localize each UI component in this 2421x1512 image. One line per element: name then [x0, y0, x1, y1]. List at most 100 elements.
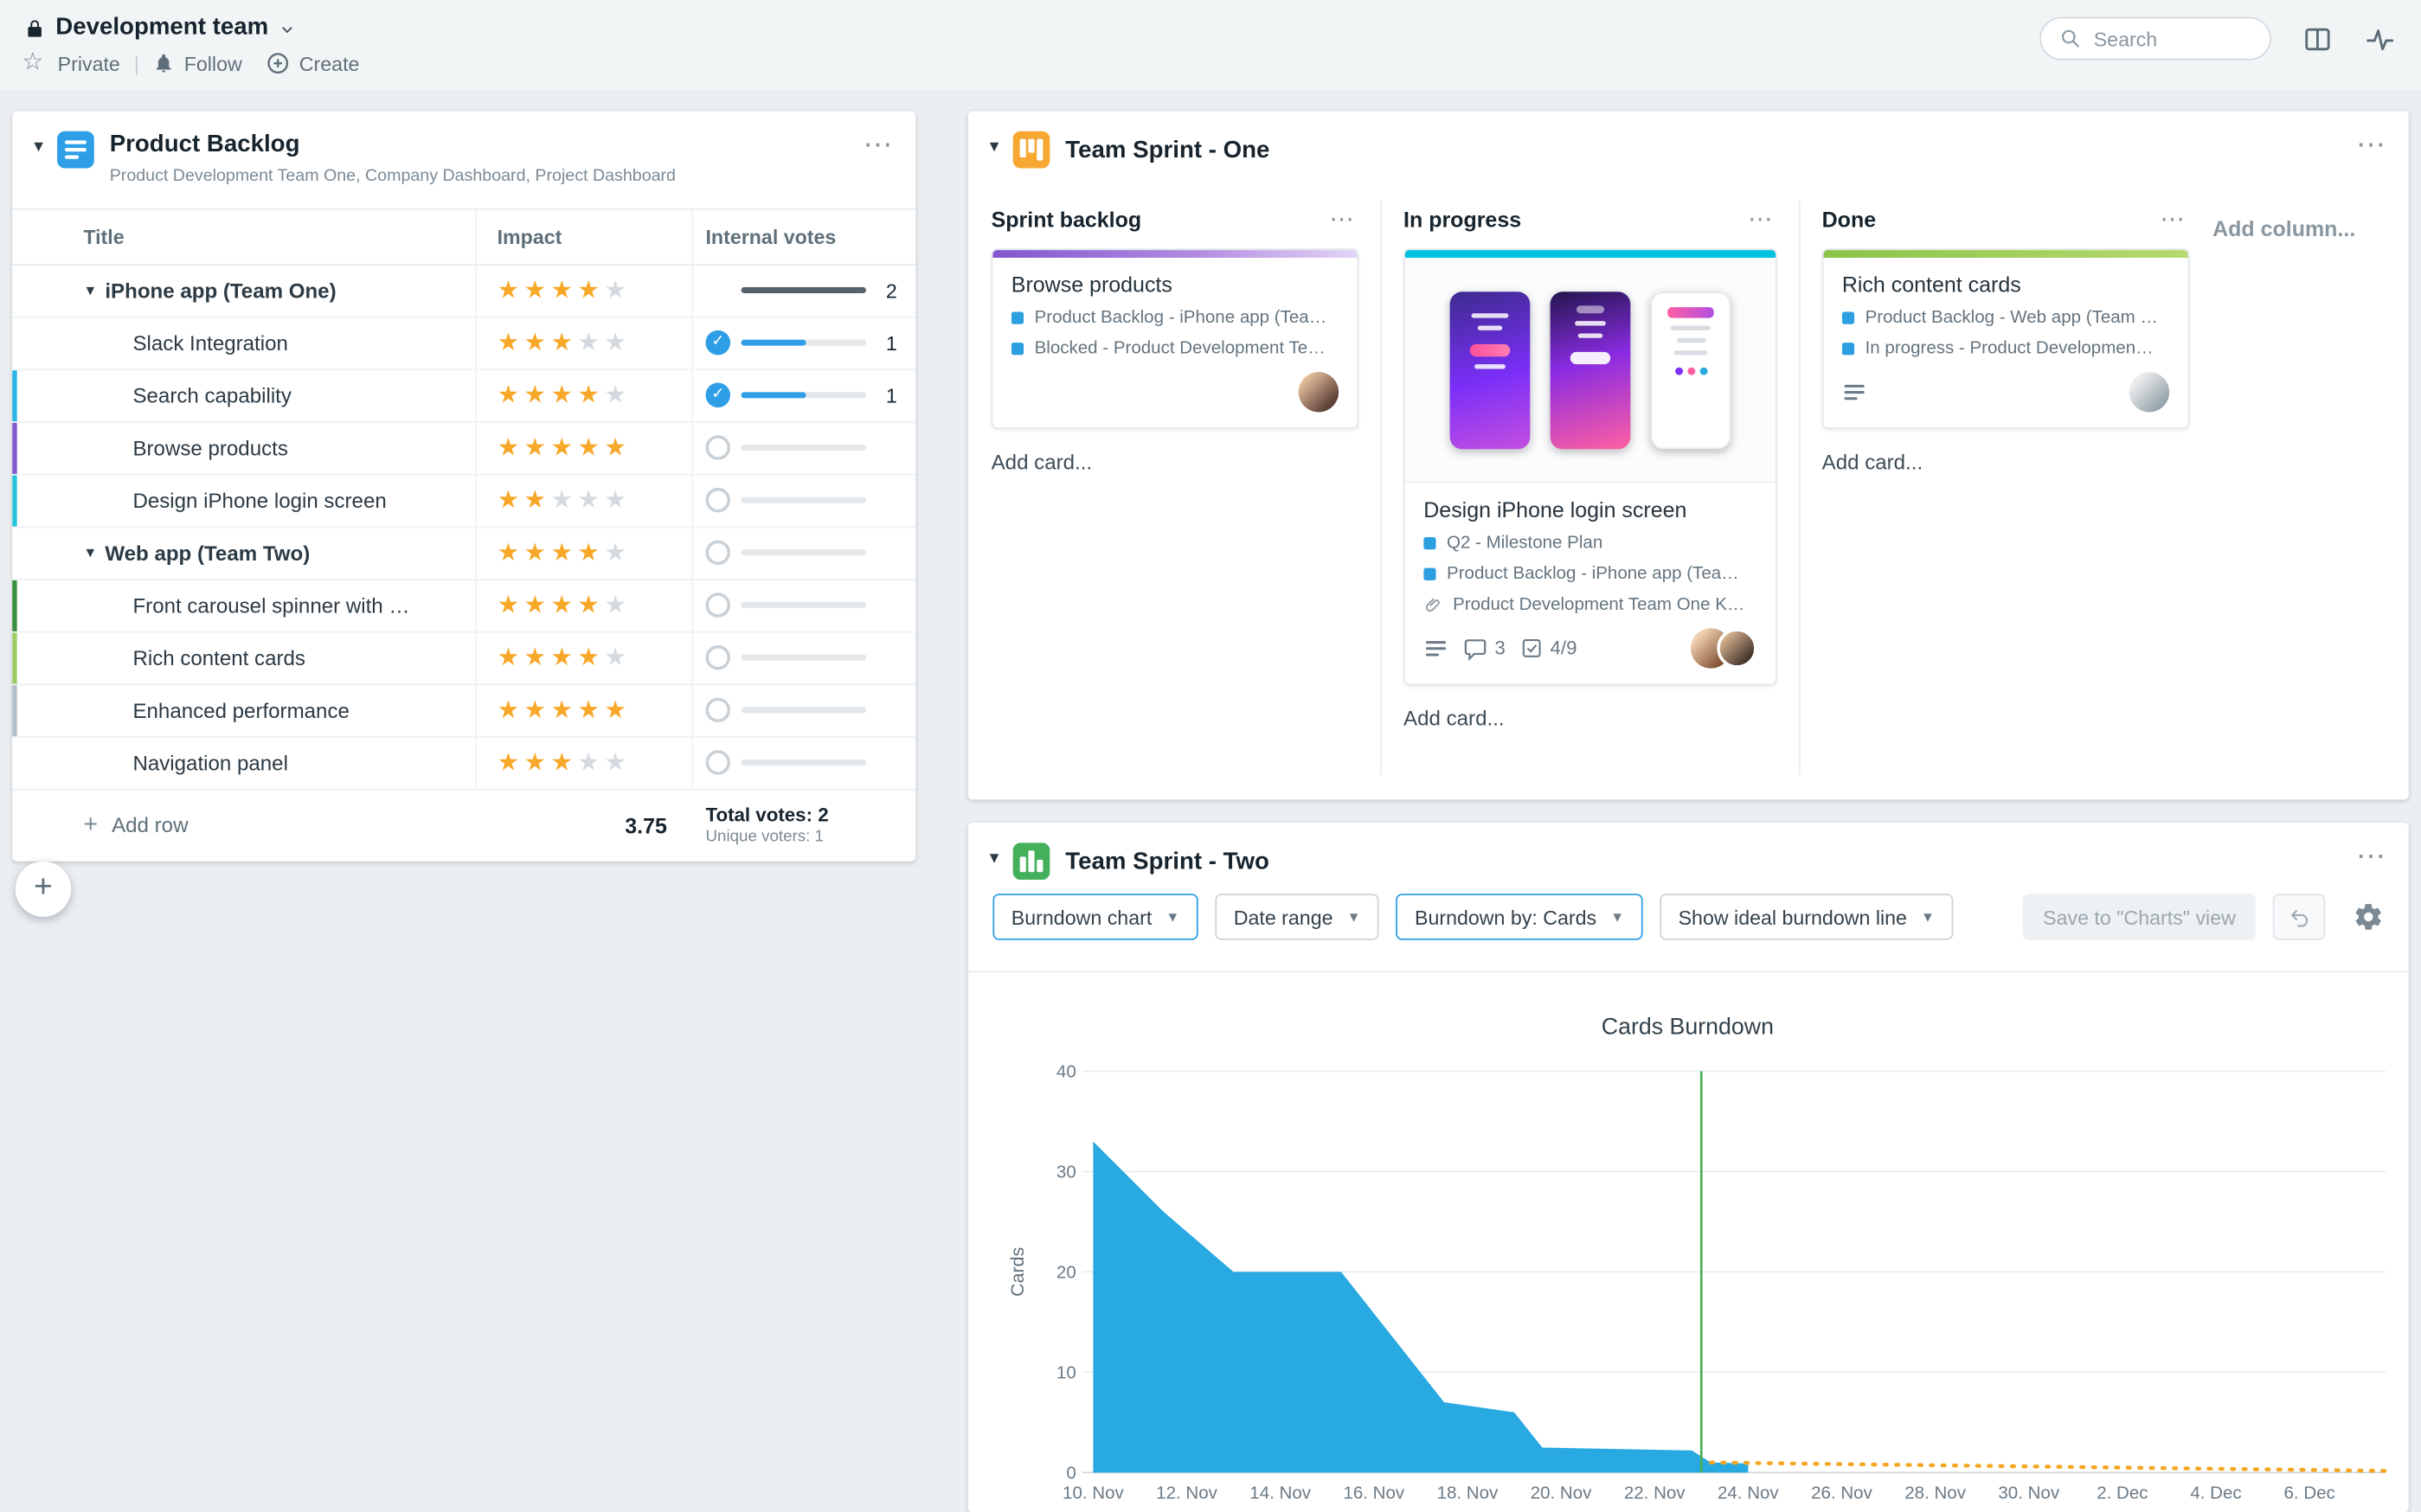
column-header-impact[interactable]: Impact: [476, 209, 692, 263]
star-icon[interactable]: ★: [524, 590, 547, 621]
row-title[interactable]: Web app (Team Two): [105, 541, 310, 565]
backlog-task-row[interactable]: ▼Search capability★★★★★✓1: [12, 370, 915, 423]
star-icon[interactable]: ★: [577, 643, 600, 674]
star-icon[interactable]: ★: [498, 695, 520, 726]
star-icon[interactable]: ★: [577, 328, 600, 359]
row-title[interactable]: Navigation panel: [105, 752, 288, 775]
star-icon[interactable]: ★: [498, 328, 520, 359]
date-range-dropdown[interactable]: Date range ▼: [1215, 894, 1379, 940]
column-name[interactable]: Done: [1822, 207, 1876, 232]
vote-circle-icon[interactable]: [705, 541, 730, 566]
collapse-triangle-icon[interactable]: ▼: [986, 850, 1010, 868]
star-icon[interactable]: ★: [498, 590, 520, 621]
star-icon[interactable]: ★: [604, 747, 626, 778]
add-widget-button[interactable]: +: [16, 862, 71, 917]
column-menu-icon[interactable]: ⋯: [1329, 204, 1355, 235]
column-name[interactable]: In progress: [1403, 207, 1521, 232]
vote-circle-icon[interactable]: [705, 436, 730, 461]
backlog-task-row[interactable]: ▼Slack Integration★★★★★✓1: [12, 317, 915, 370]
impact-rating[interactable]: ★★★★★: [476, 266, 692, 317]
star-icon[interactable]: ★: [550, 695, 573, 726]
backlog-task-row[interactable]: ▼Enhanced performance★★★★★: [12, 685, 915, 738]
backlog-task-row[interactable]: ▼Browse products★★★★★: [12, 423, 915, 476]
backlog-task-row[interactable]: ▼Front carousel spinner with …★★★★★: [12, 580, 915, 633]
add-row-button[interactable]: + Add row: [12, 811, 475, 839]
star-icon[interactable]: ★: [604, 328, 626, 359]
save-view-button[interactable]: Save to "Charts" view: [2023, 894, 2256, 940]
star-icon[interactable]: ★: [524, 380, 547, 411]
panel-menu-icon[interactable]: ⋯: [864, 131, 895, 161]
burndown-by-dropdown[interactable]: Burndown by: Cards ▼: [1397, 894, 1643, 940]
backlog-task-row[interactable]: ▼Design iPhone login screen★★★★★: [12, 475, 915, 528]
panel-menu-icon[interactable]: ⋯: [2356, 131, 2387, 161]
star-icon[interactable]: ★: [550, 590, 573, 621]
impact-rating[interactable]: ★★★★★: [476, 423, 692, 474]
create-button[interactable]: Create: [266, 51, 360, 76]
vote-checked-icon[interactable]: ✓: [705, 383, 730, 408]
search-input[interactable]: [2094, 27, 2248, 50]
chart-type-dropdown[interactable]: Burndown chart ▼: [992, 894, 1198, 940]
impact-rating[interactable]: ★★★★★: [476, 317, 692, 368]
star-icon[interactable]: ★: [604, 643, 626, 674]
vote-circle-icon[interactable]: [705, 488, 730, 513]
star-icon[interactable]: ★: [577, 432, 600, 464]
star-icon[interactable]: ★: [550, 747, 573, 778]
star-icon[interactable]: ★: [498, 643, 520, 674]
kanban-card[interactable]: Rich content cards Product Backlog - Web…: [1822, 248, 2190, 429]
star-icon[interactable]: ★: [577, 380, 600, 411]
backlog-group-row[interactable]: ▼iPhone app (Team One)★★★★★2: [12, 266, 915, 318]
star-icon[interactable]: ★: [524, 275, 547, 306]
star-icon[interactable]: ★: [524, 747, 547, 778]
star-icon[interactable]: ★: [604, 537, 626, 568]
column-menu-icon[interactable]: ⋯: [2160, 204, 2186, 235]
star-icon[interactable]: ★: [577, 275, 600, 306]
star-icon[interactable]: ★: [498, 747, 520, 778]
collapse-triangle-icon[interactable]: ▼: [986, 139, 1010, 157]
vote-circle-icon[interactable]: [705, 645, 730, 670]
impact-rating[interactable]: ★★★★★: [476, 685, 692, 736]
privacy-label[interactable]: Private: [58, 52, 120, 75]
star-icon[interactable]: ★: [524, 695, 547, 726]
follow-button[interactable]: Follow: [153, 52, 242, 75]
backlog-task-row[interactable]: ▼Navigation panel★★★★★: [12, 738, 915, 791]
impact-rating[interactable]: ★★★★★: [476, 632, 692, 683]
star-icon[interactable]: ★: [498, 485, 520, 516]
row-title[interactable]: Front carousel spinner with …: [105, 594, 409, 618]
star-icon[interactable]: ★: [604, 275, 626, 306]
star-icon[interactable]: ★: [604, 380, 626, 411]
vote-circle-icon[interactable]: [705, 698, 730, 723]
add-card-button[interactable]: Add card...: [1822, 451, 2190, 474]
star-icon[interactable]: ★: [524, 485, 547, 516]
star-icon[interactable]: ★: [604, 485, 626, 516]
split-view-icon[interactable]: [2302, 24, 2334, 54]
row-title[interactable]: Rich content cards: [105, 646, 305, 670]
row-title[interactable]: Slack Integration: [105, 331, 288, 355]
star-icon[interactable]: ★: [524, 643, 547, 674]
star-icon[interactable]: ★: [524, 328, 547, 359]
kanban-card[interactable]: Browse products Product Backlog - iPhone…: [992, 248, 1359, 429]
star-icon[interactable]: ★: [577, 695, 600, 726]
ideal-line-dropdown[interactable]: Show ideal burndown line ▼: [1660, 894, 1953, 940]
row-title[interactable]: Browse products: [105, 437, 288, 460]
star-icon[interactable]: ★: [604, 590, 626, 621]
vote-checked-icon[interactable]: ✓: [705, 330, 730, 356]
row-title[interactable]: Design iPhone login screen: [105, 489, 386, 512]
panel-menu-icon[interactable]: ⋯: [2356, 842, 2387, 872]
star-icon[interactable]: ★: [524, 432, 547, 464]
star-icon[interactable]: ★: [550, 432, 573, 464]
column-menu-icon[interactable]: ⋯: [1748, 204, 1774, 235]
collapse-triangle-icon[interactable]: ▼: [31, 139, 55, 157]
impact-rating[interactable]: ★★★★★: [476, 370, 692, 421]
vote-circle-icon[interactable]: [705, 593, 730, 618]
add-card-button[interactable]: Add card...: [992, 451, 1359, 474]
panel-breadcrumb[interactable]: Product Development Team One, Company Da…: [110, 166, 676, 187]
favorite-star-icon[interactable]: ☆: [22, 51, 44, 76]
star-icon[interactable]: ★: [550, 537, 573, 568]
star-icon[interactable]: ★: [498, 537, 520, 568]
star-icon[interactable]: ★: [577, 485, 600, 516]
column-name[interactable]: Sprint backlog: [992, 207, 1142, 232]
collapse-triangle-icon[interactable]: ▼: [83, 545, 105, 561]
star-icon[interactable]: ★: [550, 643, 573, 674]
chevron-down-icon[interactable]: [279, 22, 295, 37]
star-icon[interactable]: ★: [550, 485, 573, 516]
